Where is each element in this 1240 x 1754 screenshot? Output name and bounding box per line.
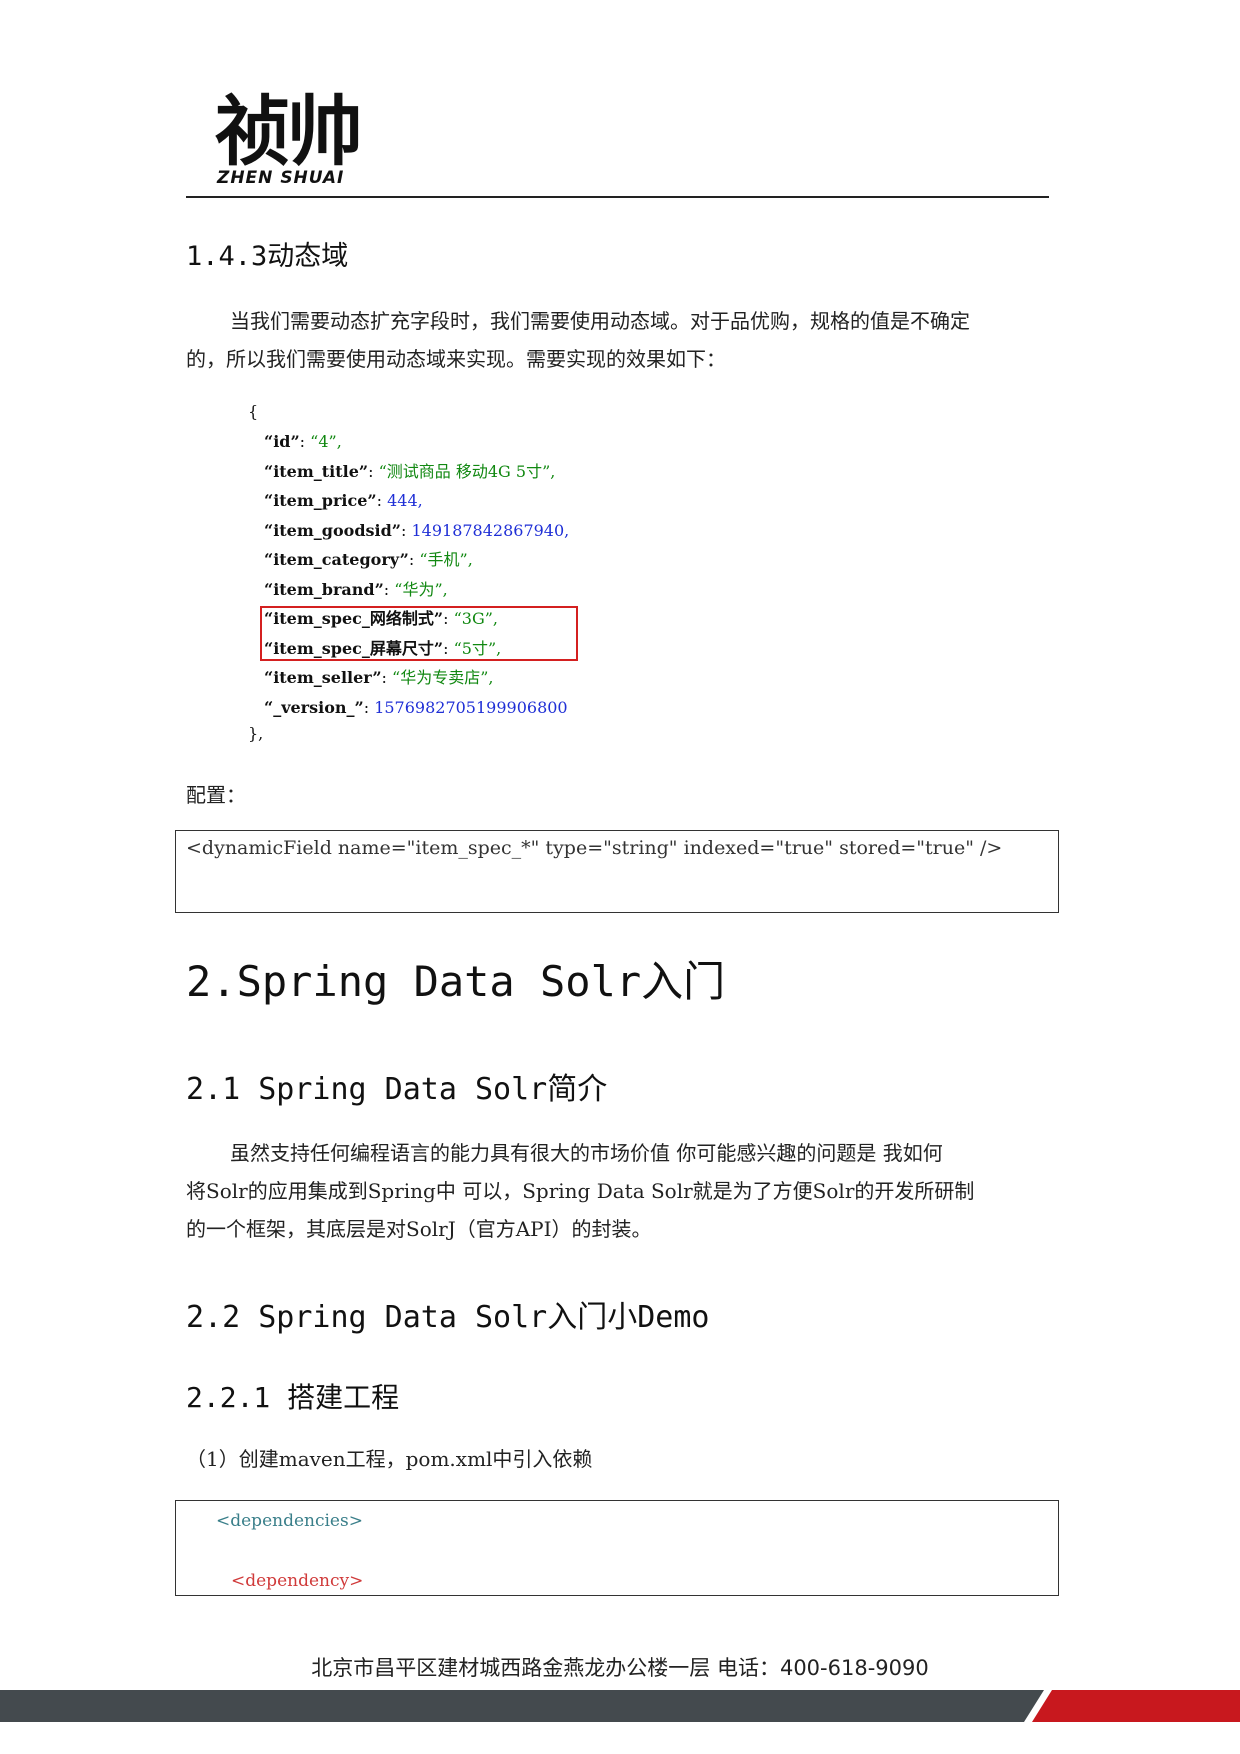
json-key: “item_seller” — [264, 668, 382, 687]
pom-dependencies-tag: <dependencies> — [216, 1511, 363, 1531]
json-key: “item_price” — [264, 491, 377, 510]
json-separator: : — [408, 550, 420, 569]
header-divider — [186, 196, 1049, 198]
json-close-brace: }, — [248, 724, 264, 743]
json-separator: : — [381, 668, 393, 687]
logo-english-text: ZHEN SHUAI — [217, 168, 345, 188]
paragraph-dynamic-field-line2: 的，所以我们需要使用动态域来实现。需要实现的效果如下： — [186, 347, 726, 371]
json-separator: : — [368, 461, 379, 481]
json-field-line: “id”: “4”, — [264, 428, 342, 456]
paragraph-intro-line3: 的一个框架，其底层是对SolrJ（官方API）的封装。 — [186, 1217, 652, 1241]
json-key: “item_title” — [264, 461, 369, 481]
json-field-line: “item_seller”: “华为专卖店”, — [264, 664, 493, 692]
footer-bar-red — [1032, 1690, 1240, 1722]
config-label: 配置： — [186, 783, 246, 807]
json-key: “_version_” — [264, 697, 364, 717]
json-separator: : — [376, 491, 388, 510]
json-key: “item_brand” — [264, 579, 384, 599]
json-value: “华为”, — [394, 579, 448, 599]
json-value: “手机”, — [419, 550, 473, 569]
heading-2-2-1: 2.2.1 搭建工程 — [186, 1381, 400, 1414]
footer-address: 北京市昌平区建材城西路金燕龙办公楼一层 电话：400-618-9090 — [311, 1656, 929, 1680]
heading-1-4-3: 1.4.3动态域 — [186, 241, 349, 272]
json-separator: : — [400, 520, 412, 540]
json-field-line: “_version_”: 1576982705199906800 — [264, 694, 568, 722]
paragraph-intro-line1: 虽然支持任何编程语言的能力具有很大的市场价值 你可能感兴趣的问题是 我如何 — [230, 1141, 943, 1165]
footer-bar-dark — [0, 1690, 1044, 1722]
json-field-line: “item_title”: “测试商品 移动4G 5寸”, — [264, 458, 555, 486]
json-value: 444, — [387, 491, 423, 510]
json-key: “item_category” — [264, 550, 409, 569]
json-field-line: “item_category”: “手机”, — [264, 546, 473, 574]
spec-fields-highlight — [260, 606, 578, 661]
heading-2: 2.Spring Data Solr入门 — [186, 957, 726, 1006]
json-value: “测试商品 移动4G 5寸”, — [378, 461, 556, 481]
footer-bar — [0, 1690, 1240, 1722]
json-open-brace: { — [248, 402, 259, 421]
json-value: “华为专卖店”, — [392, 668, 494, 687]
json-key: “item_goodsid” — [264, 520, 401, 540]
json-separator: : — [383, 579, 395, 599]
json-separator: : — [363, 697, 375, 717]
json-value: 1576982705199906800 — [374, 697, 568, 717]
paragraph-dynamic-field-line1: 当我们需要动态扩充字段时，我们需要使用动态域。对于品优购，规格的值是不确定 — [230, 309, 970, 333]
heading-2-1: 2.1 Spring Data Solr简介 — [186, 1072, 608, 1107]
pom-code-block: <dependencies> <dependency> — [175, 1500, 1059, 1596]
pom-dependency-tag: <dependency> — [231, 1571, 364, 1591]
step-1-text: （1）创建maven工程，pom.xml中引入依赖 — [186, 1447, 593, 1471]
config-code-block: <dynamicField name="item_spec_*" type="s… — [175, 830, 1059, 913]
json-separator: : — [299, 432, 311, 451]
json-field-line: “item_price”: 444, — [264, 487, 423, 515]
json-value: 149187842867940, — [411, 520, 570, 540]
config-code-line: <dynamicField name="item_spec_*" type="s… — [186, 837, 1003, 859]
json-field-line: “item_goodsid”: 149187842867940, — [264, 517, 569, 545]
logo-chinese-text: 祯帅 — [215, 87, 363, 176]
json-key: “id” — [264, 432, 300, 451]
brand-logo: 祯帅 ZHEN SHUAI — [215, 92, 363, 192]
json-value: “4”, — [310, 432, 342, 451]
paragraph-intro-line2: 将Solr的应用集成到Spring中 可以，Spring Data Solr就是… — [186, 1179, 975, 1203]
json-field-line: “item_brand”: “华为”, — [264, 576, 448, 604]
heading-2-2: 2.2 Spring Data Solr入门小Demo — [186, 1300, 710, 1335]
